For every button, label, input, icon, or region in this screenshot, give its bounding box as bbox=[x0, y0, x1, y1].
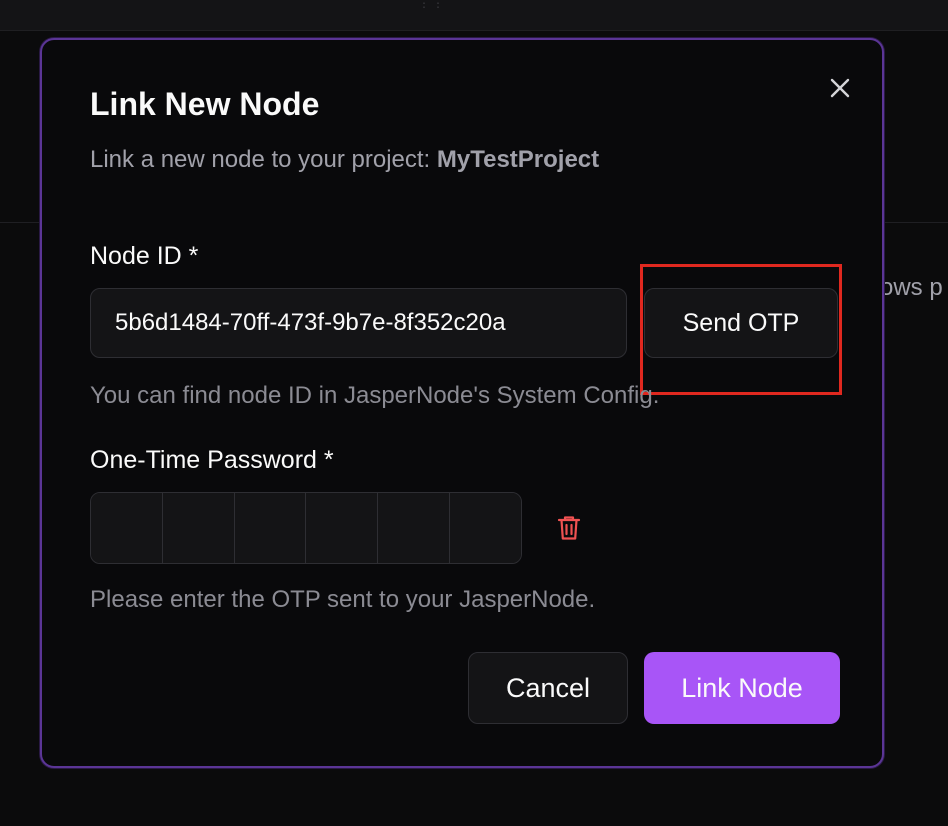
dialog-subtitle: Link a new node to your project: MyTestP… bbox=[90, 146, 599, 174]
node-id-helper: You can find node ID in JasperNode's Sys… bbox=[90, 382, 660, 409]
dialog-title: Link New Node bbox=[90, 86, 320, 122]
close-button[interactable] bbox=[826, 74, 854, 102]
close-icon bbox=[830, 78, 850, 98]
otp-digit-4[interactable] bbox=[306, 493, 379, 563]
top-bar: ⋮⋮ bbox=[0, 0, 948, 31]
link-node-button[interactable]: Link Node bbox=[644, 652, 840, 724]
otp-helper: Please enter the OTP sent to your Jasper… bbox=[90, 586, 596, 613]
cancel-button[interactable]: Cancel bbox=[468, 652, 628, 724]
otp-input-group bbox=[90, 492, 522, 564]
link-node-dialog: Link New Node Link a new node to your pr… bbox=[40, 38, 884, 768]
project-name: MyTestProject bbox=[436, 146, 600, 173]
top-bar-ellipsis: ⋮⋮ bbox=[418, 0, 446, 10]
otp-digit-1[interactable] bbox=[91, 493, 163, 563]
otp-digit-2[interactable] bbox=[162, 493, 235, 563]
background-text: ows p bbox=[880, 274, 943, 301]
otp-digit-3[interactable] bbox=[234, 493, 307, 563]
clear-otp-button[interactable] bbox=[554, 512, 584, 544]
subtitle-prefix: Link a new node to your project: bbox=[90, 146, 437, 173]
send-otp-button[interactable]: Send OTP bbox=[644, 288, 838, 358]
otp-digit-5[interactable] bbox=[378, 493, 451, 563]
otp-digit-6[interactable] bbox=[450, 493, 521, 563]
node-id-label: Node ID * bbox=[90, 242, 199, 270]
otp-label: One-Time Password * bbox=[90, 446, 334, 474]
trash-icon bbox=[557, 516, 581, 540]
node-id-input[interactable] bbox=[90, 288, 627, 358]
